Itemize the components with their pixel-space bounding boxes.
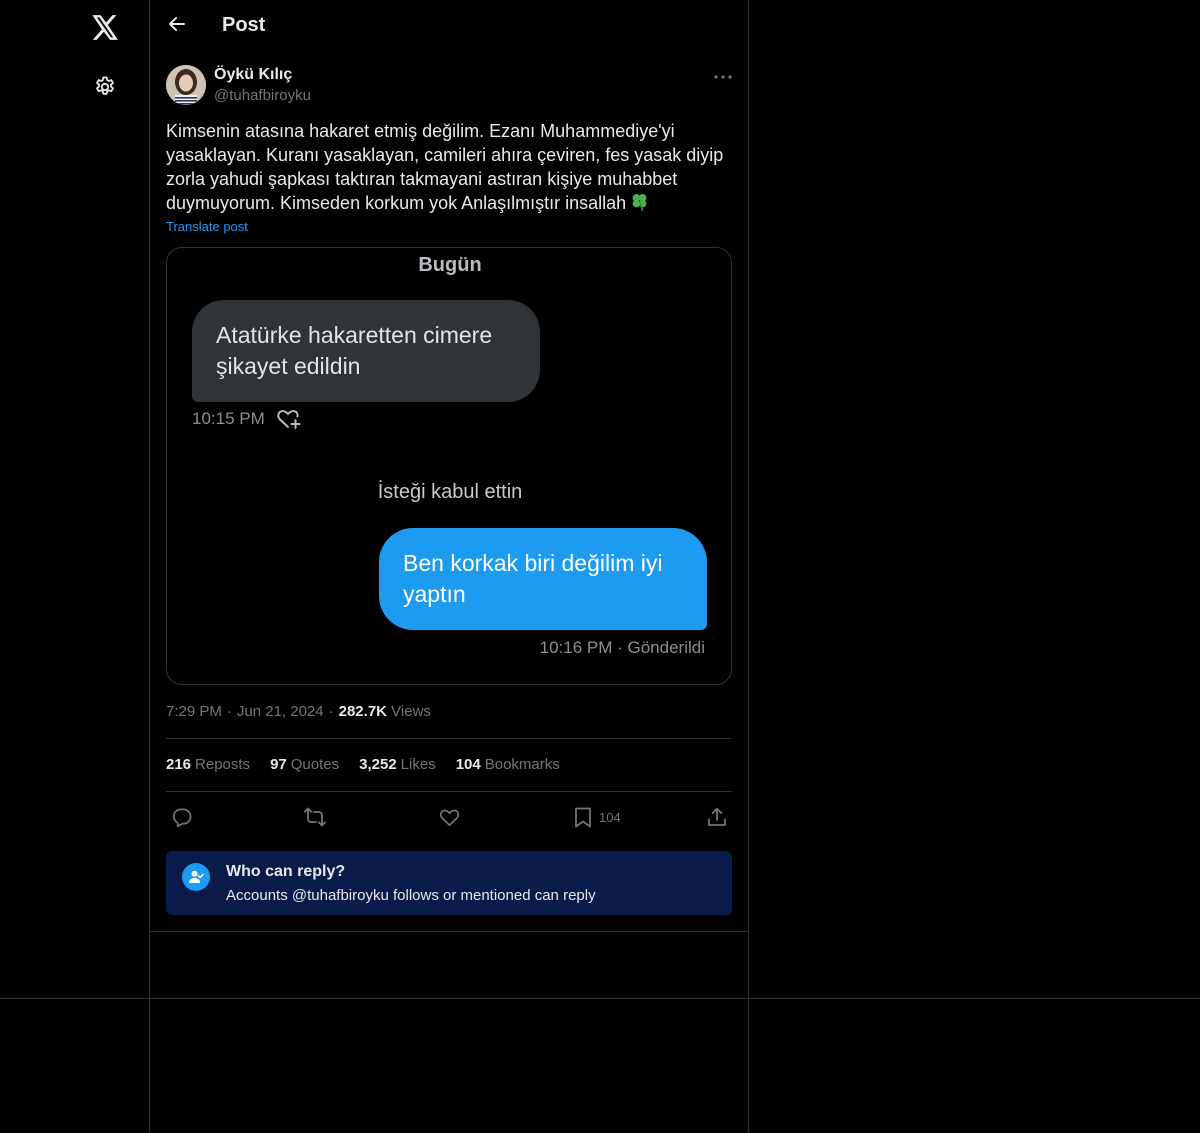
- views-count: 282.7K: [338, 703, 387, 720]
- gear-icon[interactable]: [91, 73, 119, 101]
- left-nav-rail: [0, 0, 150, 1133]
- page-title: Post: [222, 14, 266, 36]
- incoming-message-bubble: Atatürke hakaretten cimere şikayet edild…: [192, 300, 540, 402]
- post-time[interactable]: 7:29 PM: [166, 703, 222, 720]
- divider: [166, 738, 732, 739]
- chat-date-label: Bugün: [418, 254, 482, 276]
- repost-icon: [303, 807, 327, 827]
- x-logo-icon[interactable]: [90, 12, 120, 42]
- share-icon: [707, 807, 727, 827]
- reply-restriction-title: Who can reply?: [226, 863, 346, 880]
- heart-icon: [439, 808, 460, 827]
- divider: [166, 791, 732, 792]
- outgoing-message-status: 10:16 PM · Gönderildi: [539, 638, 705, 657]
- four-leaf-clover-icon: [629, 191, 650, 218]
- likes-stat[interactable]: 3,252 Likes: [359, 756, 436, 773]
- bottom-divider: [0, 998, 1200, 999]
- page-header: Post: [150, 0, 749, 54]
- repost-button[interactable]: [303, 805, 327, 829]
- post-media-image[interactable]: Bugün Atatürke hakaretten cimere şikayet…: [166, 247, 732, 685]
- quotes-stat[interactable]: 97 Quotes: [270, 756, 339, 773]
- post-text: Kimsenin atasına hakaret etmiş değilim. …: [166, 119, 732, 218]
- arrow-left-icon: [168, 16, 186, 37]
- author-handle[interactable]: @tuhafbiroyku: [214, 87, 311, 104]
- post-stats: 216 Reposts 97 Quotes 3,252 Likes 104 Bookma…: [166, 756, 560, 773]
- bookmark-button[interactable]: 104: [574, 805, 621, 829]
- reply-button[interactable]: [171, 805, 192, 829]
- author-name[interactable]: Öykü Kılıç: [214, 66, 292, 84]
- post-end-divider: [150, 931, 749, 932]
- request-accepted-notice: İsteği kabul ettin: [377, 481, 523, 503]
- post-date[interactable]: Jun 21, 2024: [237, 703, 324, 720]
- avatar[interactable]: [166, 65, 206, 105]
- translate-post-link[interactable]: Translate post: [166, 219, 248, 234]
- bookmark-icon: [574, 807, 592, 828]
- incoming-message-time: 10:15 PM: [192, 409, 265, 428]
- action-bar: 104: [166, 803, 732, 831]
- more-options-button[interactable]: [710, 64, 736, 86]
- heart-plus-icon: [275, 406, 303, 432]
- outgoing-message-bubble: Ben korkak biri değilim iyi yaptın: [379, 528, 707, 630]
- post-meta: 7:29 PM · Jun 21, 2024 · 282.7K Views: [166, 703, 431, 720]
- bookmarks-stat[interactable]: 104 Bookmarks: [456, 756, 560, 773]
- share-button[interactable]: [707, 805, 727, 829]
- reply-restriction-subtitle: Accounts @tuhafbiroyku follows or mentio…: [226, 887, 596, 904]
- reposts-stat[interactable]: 216 Reposts: [166, 756, 250, 773]
- back-button[interactable]: [164, 13, 190, 39]
- reply-icon: [171, 807, 192, 827]
- bookmark-count: 104: [599, 809, 621, 825]
- user-check-icon: [182, 863, 210, 891]
- more-dots-icon: [714, 66, 732, 84]
- reply-restriction-notice: Who can reply? Accounts @tuhafbiroyku fo…: [166, 851, 732, 915]
- views-label: Views: [391, 703, 431, 720]
- like-button[interactable]: [439, 805, 460, 829]
